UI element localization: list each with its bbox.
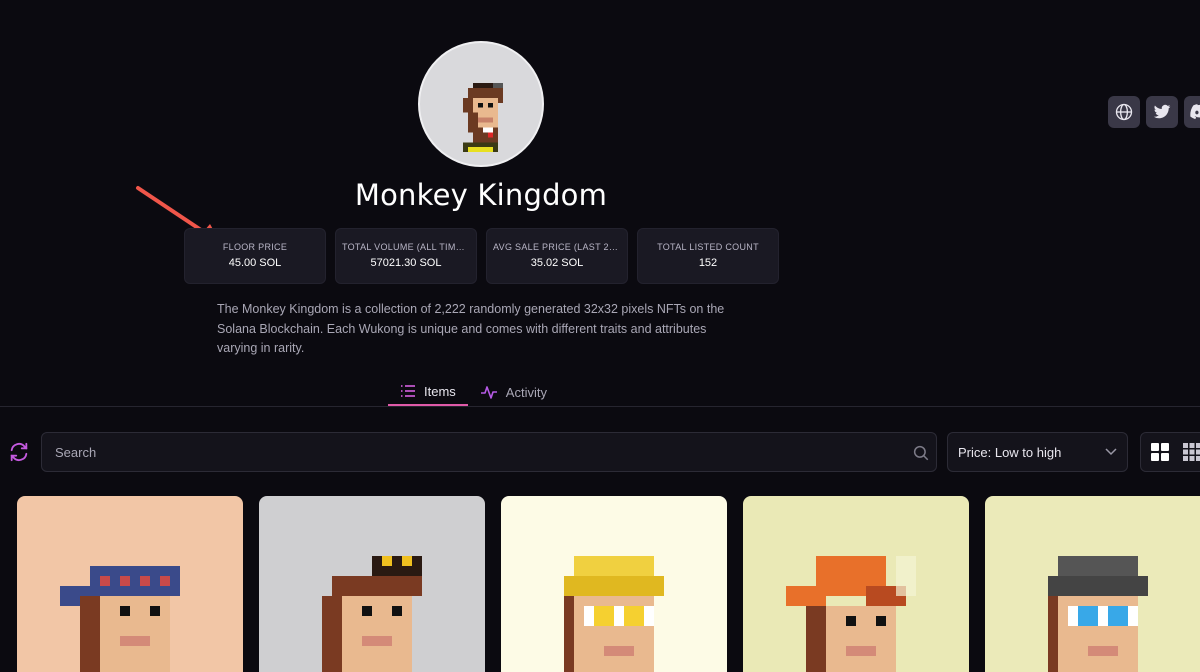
list-icon: [401, 385, 415, 397]
globe-icon: [1115, 103, 1133, 121]
view-toggle: [1140, 432, 1200, 472]
twitter-button[interactable]: [1146, 96, 1178, 128]
activity-icon: [480, 386, 497, 399]
stat-total-listed: TOTAL LISTED COUNT 152: [637, 228, 779, 284]
nft-grid: [17, 496, 1200, 672]
monkey-nft-icon: [60, 566, 180, 672]
stat-value: 45.00 SOL: [228, 257, 282, 269]
tab-bar: Items Activity: [388, 378, 559, 406]
grid-small-icon[interactable]: [1183, 443, 1200, 461]
nft-card[interactable]: [985, 496, 1200, 672]
monkey-nft-icon: [1048, 556, 1148, 672]
monkey-nft-icon: [786, 556, 916, 672]
tab-label: Activity: [505, 384, 547, 400]
sort-selected-value: Price: Low to high: [958, 444, 1062, 460]
grid-large-icon[interactable]: [1151, 443, 1169, 461]
stat-label: TOTAL VOLUME (ALL TIME...: [342, 242, 471, 252]
search-box: [41, 432, 937, 472]
nft-card[interactable]: [743, 496, 969, 672]
stat-total-volume: TOTAL VOLUME (ALL TIME... 57021.30 SOL: [335, 228, 477, 284]
stat-label: AVG SALE PRICE (LAST 24...: [493, 242, 623, 252]
monkey-nft-icon: [322, 556, 422, 672]
sort-select[interactable]: Price: Low to high: [947, 432, 1128, 472]
discord-icon: [1190, 104, 1200, 120]
website-button[interactable]: [1108, 96, 1140, 128]
section-divider: [0, 406, 1200, 407]
stat-label: FLOOR PRICE: [222, 242, 288, 252]
nft-card[interactable]: [501, 496, 727, 672]
search-icon[interactable]: [912, 444, 930, 462]
nft-card[interactable]: [17, 496, 243, 672]
stat-value: 35.02 SOL: [530, 257, 584, 269]
stats-bar: FLOOR PRICE 45.00 SOL TOTAL VOLUME (ALL …: [184, 228, 779, 284]
social-links: [1108, 96, 1200, 128]
monkey-nft-icon: [564, 556, 664, 672]
stat-label: TOTAL LISTED COUNT: [657, 242, 759, 252]
collection-avatar: [418, 41, 544, 167]
stat-value: 57021.30 SOL: [370, 257, 442, 269]
collection-description: The Monkey Kingdom is a collection of 2,…: [217, 302, 725, 355]
discord-button[interactable]: [1184, 96, 1200, 128]
tab-label: Items: [424, 383, 456, 399]
chevron-down-icon: [1105, 448, 1117, 456]
stat-floor-price: FLOOR PRICE 45.00 SOL: [184, 228, 326, 284]
nft-card[interactable]: [259, 496, 485, 672]
search-input[interactable]: [42, 433, 936, 471]
monkey-avatar-icon: [463, 83, 503, 153]
tab-items[interactable]: Items: [388, 378, 468, 406]
refresh-icon[interactable]: [8, 441, 30, 463]
stat-avg-sale-price: AVG SALE PRICE (LAST 24... 35.02 SOL: [486, 228, 628, 284]
tab-activity[interactable]: Activity: [468, 378, 559, 406]
stat-value: 152: [698, 257, 718, 269]
twitter-icon: [1153, 104, 1171, 119]
